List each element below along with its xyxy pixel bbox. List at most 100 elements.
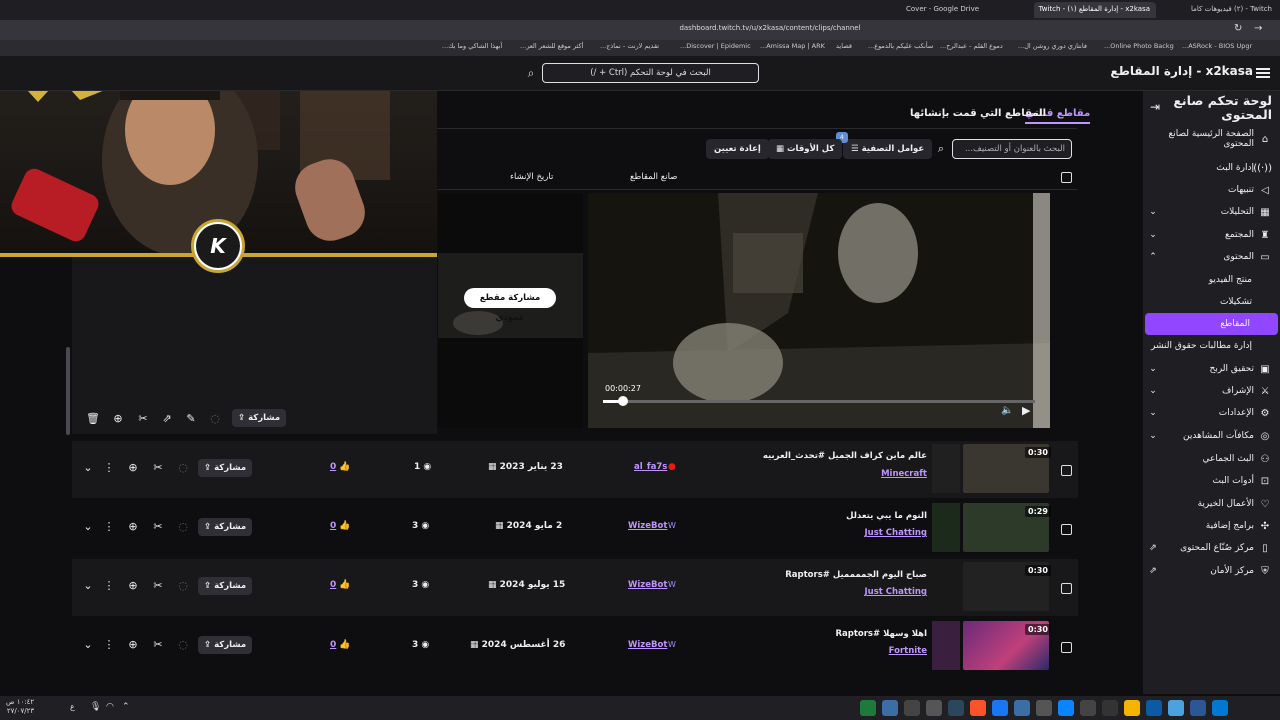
scissors-icon[interactable]: ✂ (134, 412, 152, 425)
app-taskbar-icon[interactable] (992, 700, 1008, 716)
clip-thumbnail-vertical[interactable] (932, 621, 960, 670)
app-taskbar-icon[interactable] (1036, 700, 1052, 716)
clip-search-input[interactable]: البحث بالعنوان أو التصنيف... (952, 139, 1072, 159)
sidebar-item-copyright-claims[interactable]: إدارة مطالبات حقوق النشر (1143, 335, 1280, 357)
select-all-checkbox[interactable] (1061, 172, 1072, 183)
scissors-icon[interactable]: ✂ (149, 461, 167, 474)
bookmark[interactable]: أكثر موقع للشعر العر... (520, 42, 583, 50)
share-button[interactable]: مشاركة ⇪ (198, 577, 253, 595)
clip-creator-link[interactable]: WizeBot (628, 580, 667, 590)
trash-icon[interactable]: 🗑 (84, 412, 102, 425)
sidebar-item-stream-together[interactable]: ⚇ البث الجماعي (1143, 448, 1280, 470)
microphone-icon[interactable]: 🎙 (90, 702, 101, 712)
clip-creator-link[interactable]: al_fa7s (634, 462, 667, 472)
clip-game-link[interactable]: Minecraft (881, 469, 927, 479)
app-taskbar-icon[interactable] (882, 700, 898, 716)
more-options-icon[interactable]: ⋮ (100, 520, 118, 533)
chevron-down-icon[interactable]: ⌄ (79, 461, 97, 474)
edit-pencil-icon[interactable]: ✎ (182, 412, 200, 425)
app-taskbar-icon[interactable] (1058, 700, 1074, 716)
sidebar-item-moderation[interactable]: ⚔ الإشراف ⌄ (1143, 380, 1280, 402)
seek-bar[interactable] (603, 400, 1035, 403)
clip-thumbnail-vertical[interactable] (932, 444, 960, 493)
add-icon[interactable]: ⊕ (109, 412, 127, 425)
sidebar-item-home[interactable]: ⌂ الصفحة الرئيسية لصانع المحتوى (1143, 127, 1280, 151)
bookmark[interactable]: تقديم لارنت - نماذج... (600, 42, 659, 50)
add-icon[interactable]: ⊕ (124, 638, 142, 651)
steam-taskbar-icon[interactable] (948, 700, 964, 716)
edge-taskbar-icon[interactable] (1146, 700, 1162, 716)
bookmark[interactable]: Discover | Epidemic... (680, 42, 751, 50)
chevron-down-icon[interactable]: ⌄ (79, 520, 97, 533)
clip-video-player[interactable] (588, 193, 1050, 428)
clip-thumbnail-vertical[interactable] (932, 562, 960, 611)
hamburger-menu-icon[interactable] (1256, 66, 1270, 80)
bookmark[interactable]: Online Photo Backg... (1104, 42, 1174, 50)
add-icon[interactable]: ⊕ (124, 579, 142, 592)
sidebar-item-extensions[interactable]: ✣ برامج إضافية (1143, 515, 1280, 537)
sidebar-item-stream-manager[interactable]: ((·)) إدارة البث (1143, 157, 1280, 179)
clip-game-link[interactable]: Fortnite (889, 646, 927, 656)
bookmark[interactable]: دموع القلم - عبدالرح... (940, 42, 1003, 50)
sidebar-item-alerts[interactable]: ◁ تنبيهات (1143, 179, 1280, 201)
chevron-up-icon[interactable]: ⌃ (122, 702, 130, 712)
share-button[interactable]: مشاركة ⇪ (198, 636, 253, 654)
browser-tab[interactable]: Cover - Google Drive (900, 2, 1010, 18)
more-options-icon[interactable]: ⋮ (100, 461, 118, 474)
app-taskbar-icon[interactable] (904, 700, 920, 716)
sidebar-item-monetization[interactable]: ▣ تحقيق الربح ⌄ (1143, 358, 1280, 380)
scrollbar-thumb[interactable] (66, 347, 70, 435)
wifi-icon[interactable]: ◠ (106, 702, 114, 712)
bookmark[interactable]: سأنكب عليكم بالدموع... (868, 42, 933, 50)
sidebar-item-stream-tools[interactable]: ⊡ أدوات البث (1143, 470, 1280, 492)
column-header-date[interactable]: تاريخ الإنشاء (510, 172, 553, 182)
clip-game-link[interactable]: Just Chatting (865, 528, 928, 538)
chevron-down-icon[interactable]: ⌄ (79, 579, 97, 592)
bookmark[interactable]: Amissa Map | ARK... (760, 42, 825, 50)
sidebar-item-community[interactable]: ♜ المجتمع ⌄ (1143, 224, 1280, 246)
add-icon[interactable]: ⊕ (124, 520, 142, 533)
browser-tab-active[interactable]: x2kasa - إدارة المقاطع (١) - Twitch (1034, 2, 1156, 18)
url-field[interactable]: dashboard.twitch.tv/u/x2kasa/content/cli… (640, 24, 900, 36)
collapse-sidebar-icon[interactable]: ⇥ (1150, 100, 1160, 114)
share-button[interactable]: مشاركة ⇪ (198, 459, 253, 477)
external-link-icon[interactable]: ⇗ (158, 412, 176, 425)
forward-icon[interactable]: → (1254, 23, 1262, 34)
bookmark[interactable]: فانتازي دوري روشن ال... (1018, 42, 1087, 50)
reload-icon[interactable]: ↻ (1234, 23, 1242, 34)
app-taskbar-icon[interactable] (926, 700, 942, 716)
sidebar-item-content[interactable]: ▭ المحتوى ⌃ (1143, 246, 1280, 268)
browser-tab[interactable]: Twitch - (٢) فيديوهات كاما (1160, 2, 1278, 18)
app-taskbar-icon[interactable] (1190, 700, 1206, 716)
share-button[interactable]: مشاركة ⇪ (232, 409, 287, 427)
app-taskbar-icon-active[interactable] (1014, 700, 1030, 716)
bookmark[interactable]: أبهذا الشاكي وما بك... (442, 42, 502, 50)
search-icon[interactable]: ⌕ (930, 139, 952, 159)
sidebar-item-viewer-rewards[interactable]: ◎ مكافآت المشاهدين ⌄ (1143, 425, 1280, 447)
sidebar-item-settings[interactable]: ⚙ الإعدادات ⌄ (1143, 402, 1280, 424)
seek-handle[interactable] (618, 396, 628, 406)
sidebar-item-charity[interactable]: ♡ الأعمال الخيرية (1143, 493, 1280, 515)
row-checkbox[interactable] (1061, 642, 1072, 653)
app-taskbar-icon[interactable] (1080, 700, 1096, 716)
excel-taskbar-icon[interactable] (860, 700, 876, 716)
sidebar-item-creator-camp[interactable]: ▯ مركز صُنّاع المحتوى ⇗ (1143, 537, 1280, 559)
reset-button[interactable]: إعادة تعيين (706, 139, 769, 159)
app-taskbar-icon[interactable] (1168, 700, 1184, 716)
clip-game-link[interactable]: Just Chatting (865, 587, 928, 597)
sidebar-item-analytics[interactable]: ▦ التحليلات ⌄ (1143, 201, 1280, 223)
volume-icon[interactable]: 🔈 (1001, 405, 1013, 416)
tab-clips-i-created[interactable]: المقاطع التي قمت بإنشائها (910, 108, 1046, 119)
sidebar-item-video-producer[interactable]: منتج الفيديو (1143, 269, 1280, 291)
windows-start-icon[interactable] (1212, 700, 1228, 716)
clip-creator-link[interactable]: WizeBot (628, 640, 667, 650)
brave-taskbar-icon[interactable] (970, 700, 986, 716)
row-checkbox[interactable] (1061, 583, 1072, 594)
dashboard-search-input[interactable]: البحث في لوحة التحكم (Ctrl + /) (542, 63, 759, 83)
app-taskbar-icon[interactable] (1102, 700, 1118, 716)
file-explorer-taskbar-icon[interactable] (1124, 700, 1140, 716)
sidebar-item-safety-center[interactable]: ⛨ مركز الأمان ⇗ (1143, 560, 1280, 582)
scissors-icon[interactable]: ✂ (149, 520, 167, 533)
play-icon[interactable]: ▶ (1022, 404, 1030, 417)
scissors-icon[interactable]: ✂ (149, 579, 167, 592)
